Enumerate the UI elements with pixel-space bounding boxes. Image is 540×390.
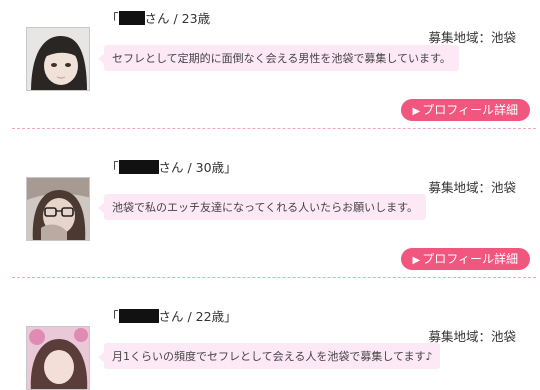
profile-title: 「さん / 23歳	[106, 11, 211, 26]
profile-entry: 「さん / 30歳」 募集地域：池袋 池袋で私のエッチ友達になってくれる人いたら…	[0, 157, 540, 273]
avatar[interactable]	[26, 177, 90, 241]
profile-detail-button[interactable]: ▶ プロフィール詳細	[400, 248, 530, 270]
profile-entry: 「さん / 23歳 募集地域：池袋 セフレとして定期的に面倒なく会える男性を池袋…	[0, 8, 540, 124]
recruit-region: 募集地域：池袋	[428, 329, 516, 344]
divider	[12, 277, 536, 278]
profile-title: 「さん / 30歳」	[106, 160, 237, 175]
divider	[12, 128, 536, 129]
recruit-region: 募集地域：池袋	[428, 30, 516, 45]
profile-list: 「さん / 23歳 募集地域：池袋 セフレとして定期的に面倒なく会える男性を池袋…	[0, 0, 540, 390]
play-icon: ▶	[412, 255, 421, 266]
redacted-name	[118, 11, 145, 25]
redacted-name	[118, 160, 159, 174]
avatar[interactable]	[26, 326, 90, 390]
message-bubble: セフレとして定期的に面倒なく会える男性を池袋で募集しています。	[98, 45, 459, 71]
recruit-region: 募集地域：池袋	[428, 180, 516, 195]
profile-title: 「さん / 22歳」	[106, 309, 237, 324]
redacted-name	[118, 309, 159, 323]
play-icon: ▶	[412, 106, 421, 117]
message-bubble: 池袋で私のエッチ友達になってくれる人いたらお願いします。	[97, 194, 427, 220]
profile-entry: 「さん / 22歳」 募集地域：池袋 月1くらいの頻度でセフレとして会える人を池…	[0, 306, 540, 390]
profile-detail-button[interactable]: ▶ プロフィール詳細	[400, 99, 530, 121]
message-bubble: 月1くらいの頻度でセフレとして会える人を池袋で募集してます♪	[97, 343, 441, 369]
avatar[interactable]	[26, 27, 90, 91]
